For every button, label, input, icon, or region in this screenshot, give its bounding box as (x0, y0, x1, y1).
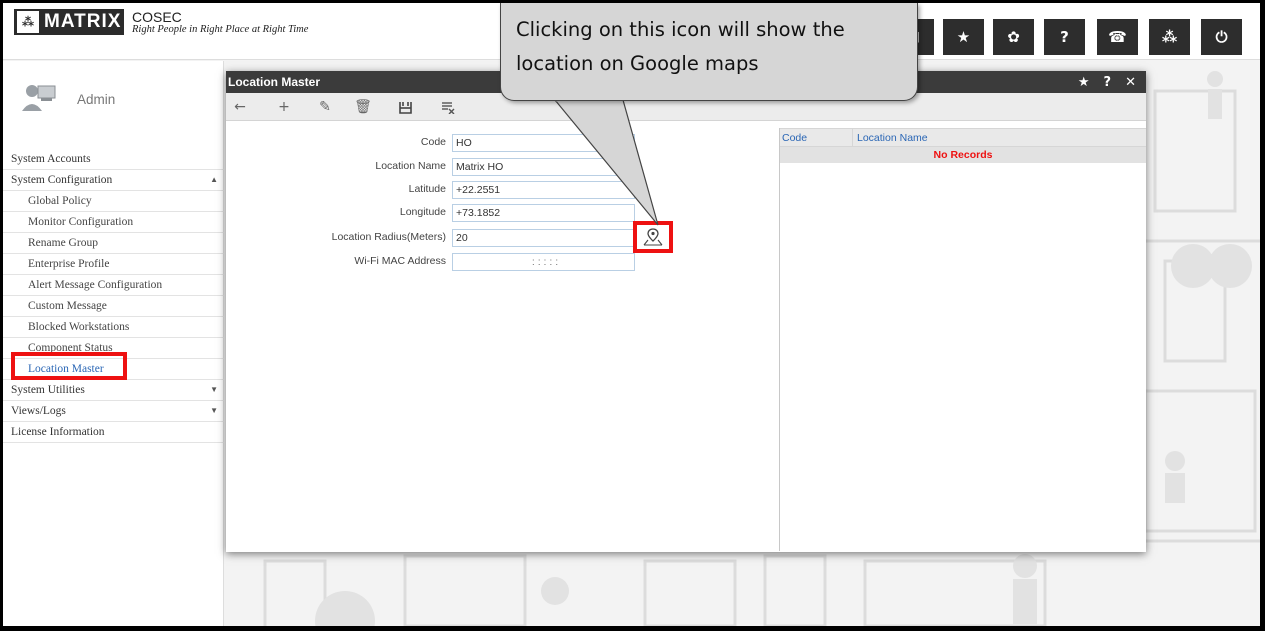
callout-text: Clicking on this icon will show the loca… (516, 18, 845, 75)
callout-box: Clicking on this icon will show the loca… (500, 3, 918, 101)
app-frame: ⁂ MATRIX COSEC Right People in Right Pla… (3, 3, 1260, 626)
location-master-highlight (11, 352, 127, 380)
